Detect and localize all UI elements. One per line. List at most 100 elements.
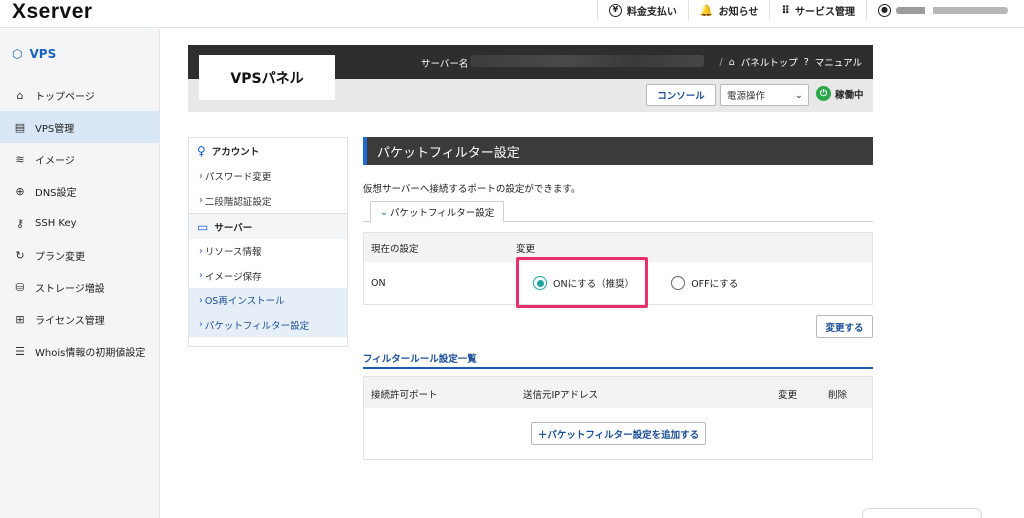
nav-notifications[interactable]: 🔔 お知らせ [687,0,770,20]
nav-item-label: イメージ保存 [204,271,262,283]
sidebar-item-whois[interactable]: ☰ Whois情報の初期値設定 [0,335,160,367]
sidebar-item-label: プラン変更 [35,251,85,263]
chevron-right-icon: › [199,319,203,331]
header-links: / ⌂ パネルトップ ? マニュアル [719,55,862,70]
layers-icon: ≋ [15,152,25,166]
sidebar-item-vps[interactable]: ▤ VPS管理 [0,111,160,143]
top-nav: ¥ 料金支払い 🔔 お知らせ ⠿ サービス管理 ● [596,0,1024,20]
chevron-right-icon: › [199,195,203,207]
grid-icon: ⠿ [781,3,790,17]
nav-image-save[interactable]: › イメージ保存 [189,264,347,289]
panel-left-nav: ♀ アカウント › パスワード変更 › 二段階認証設定 ▭ サーバー › リソー… [188,137,348,347]
sidebar-item-plan[interactable]: ↻ プラン変更 [0,239,160,271]
home-icon: ⌂ [728,56,735,68]
server-heading: ▭ サーバー [189,213,347,239]
sidebar-item-dns[interactable]: ⊕ DNS設定 [0,175,160,207]
sidebar-item-label: ライセンス管理 [35,315,105,327]
radio-off-indicator[interactable] [671,276,686,290]
nav-item-label: パスワード変更 [204,172,272,184]
rules-table: 接続許可ポート 送信元IPアドレス 変更 削除 ＋パケットフィルター設定を追加す… [363,376,873,460]
main-content: パケットフィルター設定 仮想サーバーへ接続するポートの設定ができます。 ⌄ パケ… [363,137,873,308]
nav-service-label: サービス管理 [795,6,855,18]
nav-payment[interactable]: ¥ 料金支払い [596,0,688,20]
settings-table: 現在の設定 変更 ON ONにする（推奨） OFFにする [363,232,873,308]
power-select[interactable]: 電源操作 ⌄ [720,84,809,106]
tab-label: パケットフィルター設定 [389,208,495,219]
server-status: ⏻ 稼働中 [816,86,864,101]
tab-bar: ⌄ パケットフィルター設定 [363,201,873,223]
chevron-right-icon: › [199,170,203,182]
nav-service-management[interactable]: ⠿ サービス管理 [769,0,866,20]
vps-panel-header: VPSパネル サーバー名 / ⌂ パネルトップ ? マニュアル コンソール 電源… [188,45,873,112]
bell-icon: 🔔 [699,3,714,17]
sidebar: ⬡ VPS ⌂ トップページ ▤ VPS管理 ≋ イメージ ⊕ DNS設定 ⚷ … [0,29,160,518]
col-change: 変更 [516,243,536,255]
sidebar-item-label: DNS設定 [35,187,77,199]
rules-title: フィルタールール設定一覧 [363,351,873,369]
sidebar-item-label: SSH Key [35,217,77,229]
xserver-logo[interactable]: Xserver [12,0,93,24]
chevron-down-icon: ⌄ [380,206,388,218]
power-icon: ⏻ [816,86,831,101]
nav-item-label: OS再インストール [204,296,285,308]
panel-title: VPSパネル [199,55,335,100]
sidebar-item-label: イメージ [35,155,75,167]
user-name-redacted [896,6,1008,14]
nav-os-reinstall[interactable]: › OS再インストール [189,288,347,313]
sidebar-item-top[interactable]: ⌂ トップページ [0,79,160,111]
nav-packet-filter[interactable]: › パケットフィルター設定 [189,312,347,337]
server-icon: ▭ [197,219,209,234]
rules-table-header: 接続許可ポート 送信元IPアドレス 変更 削除 [364,377,872,408]
chevron-right-icon: › [199,294,203,306]
nav-resource-info[interactable]: › リソース情報 [189,239,347,264]
nav-item-label: パケットフィルター設定 [204,320,310,332]
chevron-right-icon: › [199,270,203,282]
chevron-right-icon: › [199,245,203,257]
server-icon: ▤ [14,120,26,134]
sidebar-item-label: Whois情報の初期値設定 [35,347,146,359]
sidebar-item-image[interactable]: ≋ イメージ [0,143,160,175]
help-chat-widget[interactable] [862,508,982,518]
col-port: 接続許可ポート [371,390,438,401]
refresh-icon: ↻ [15,248,25,262]
nav-user-menu[interactable]: ● [866,0,1024,20]
document-icon: ☰ [15,344,25,358]
sidebar-item-storage[interactable]: ⛁ ストレージ増設 [0,271,160,303]
sidebar-item-license[interactable]: ⊞ ライセンス管理 [0,303,160,335]
sidebar-list: ⌂ トップページ ▤ VPS管理 ≋ イメージ ⊕ DNS設定 ⚷ SSH Ke… [0,79,160,367]
server-name-redacted [470,55,704,67]
nav-two-factor[interactable]: › 二段階認証設定 [189,189,347,214]
section-description: 仮想サーバーへ接続するポートの設定ができます。 [363,184,581,195]
nav-password-change[interactable]: › パスワード変更 [189,164,347,189]
highlight-box [516,257,648,308]
yen-icon: ¥ [608,3,622,17]
sidebar-title-label: VPS [29,47,57,61]
user-icon: ● [878,3,891,17]
divider: / [719,56,723,68]
nav-notifications-label: お知らせ [718,6,759,18]
add-filter-button[interactable]: ＋パケットフィルター設定を追加する [531,422,706,445]
tab-packet-filter[interactable]: ⌄ パケットフィルター設定 [370,201,505,223]
chevron-down-icon: ⌄ [795,89,803,101]
sidebar-item-ssh[interactable]: ⚷ SSH Key [0,207,160,239]
account-heading-label: アカウント [211,147,260,158]
server-name-label: サーバー名 [421,59,469,70]
change-button[interactable]: 変更する [816,315,873,338]
nav-item-label: リソース情報 [204,247,262,259]
radio-off[interactable]: OFFにする [671,276,738,290]
nav-payment-label: 料金支払い [626,6,677,18]
windows-icon: ⊞ [15,312,25,326]
power-select-value: 電源操作 [727,91,766,102]
section-title: パケットフィルター設定 [363,137,873,165]
sidebar-item-label: トップページ [35,91,95,103]
panel-top-link[interactable]: パネルトップ [741,55,798,69]
col-edit: 変更 [778,390,798,401]
sidebar-title[interactable]: ⬡ VPS [12,47,56,61]
settings-row: ON ONにする（推奨） OFFにする [364,257,872,308]
nav-item-label: 二段階認証設定 [204,196,272,208]
sidebar-item-label: ストレージ増設 [35,283,105,295]
manual-link[interactable]: マニュアル [815,55,862,69]
home-icon: ⌂ [16,88,24,102]
console-button[interactable]: コンソール [646,84,716,106]
top-header: Xserver ¥ 料金支払い 🔔 お知らせ ⠿ サービス管理 ● [0,0,1024,28]
